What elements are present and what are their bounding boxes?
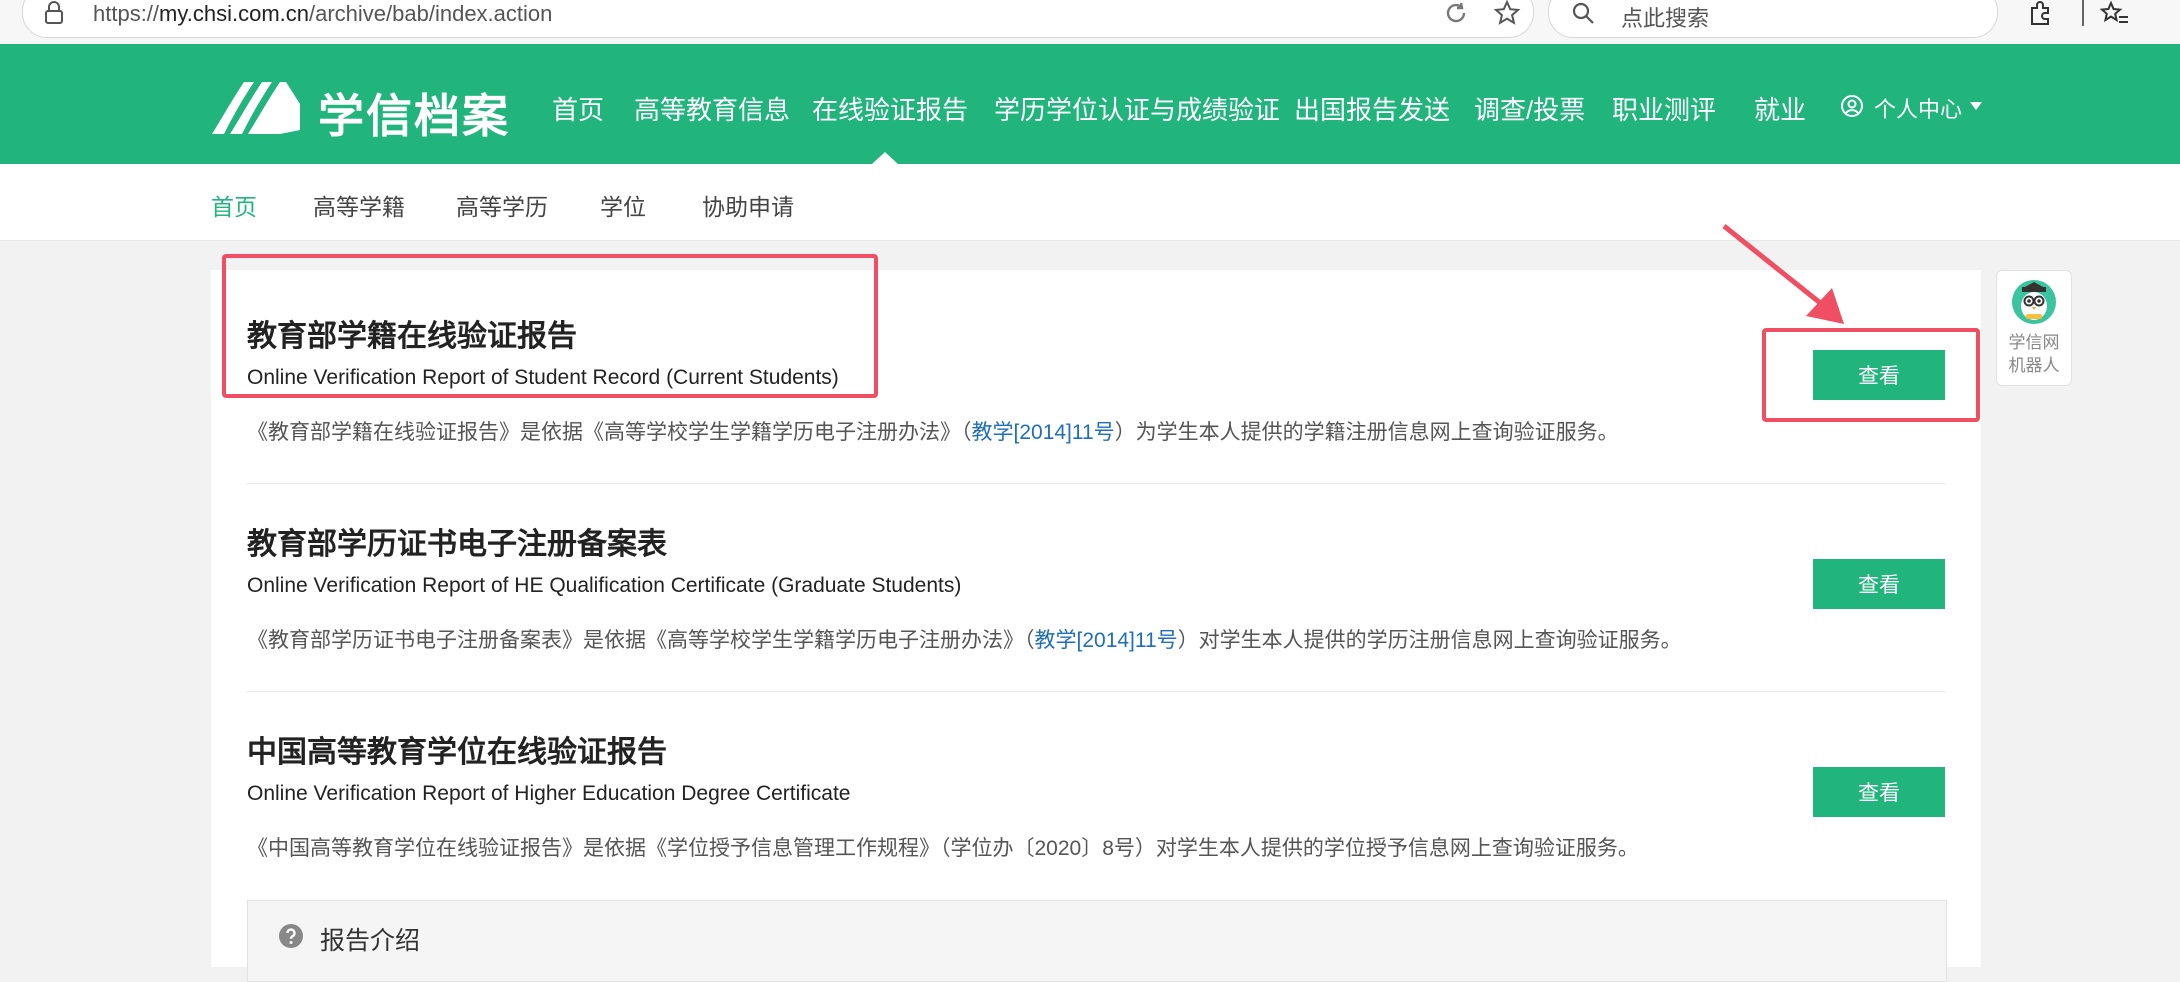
logo-text[interactable]: 学信档案 [318,80,510,146]
url-text[interactable]: https://my.chsi.com.cn/archive/bab/index… [93,1,552,27]
report-description: 《教育部学籍在线验证报告》是依据《高等学校学生学籍学历电子注册办法》（教学[20… [247,416,1619,446]
nav-home[interactable]: 首页 [552,90,604,127]
report-intro-section: 报告介绍 [247,900,1947,982]
desc-text: 《教育部学籍在线验证报告》是依据《高等学校学生学籍学历电子注册办法》（ [247,421,972,444]
browser-search-box[interactable]: 点此搜索 [1548,0,1998,38]
url-path: /archive/bab/index.action [309,1,553,26]
divider [247,483,1945,484]
report-english-title: Online Verification Report of Higher Edu… [247,782,851,805]
desc-text: 《教育部学历证书电子注册备案表》是依据《高等学校学生学籍学历电子注册办法》（ [247,629,1035,652]
lock-icon [45,1,63,24]
extensions-icon[interactable] [2026,0,2054,28]
user-icon[interactable] [1840,94,1864,118]
nav-online-verification-report[interactable]: 在线验证报告 [812,90,968,127]
browser-toolbar: https://my.chsi.com.cn/archive/bab/index… [0,0,2180,45]
sub-nav-student-record[interactable]: 高等学籍 [313,188,405,222]
sub-nav-degree[interactable]: 学位 [600,188,646,222]
sub-nav-assist-request[interactable]: 协助申请 [702,188,794,222]
view-qualification-report-button[interactable]: 查看 [1813,559,1945,609]
user-center-link[interactable]: 个人中心 [1874,92,1962,124]
report-title: 中国高等教育学位在线验证报告 [247,736,667,769]
report-title: 教育部学历证书电子注册备案表 [247,528,667,561]
favorites-icon[interactable] [2100,0,2130,28]
address-bar[interactable]: https://my.chsi.com.cn/archive/bab/index… [22,0,1534,38]
search-icon [1572,2,1594,24]
highlight-box-title [222,254,878,398]
star-icon[interactable] [1493,0,1521,27]
url-prefix: https:// [93,1,160,26]
divider [247,691,1945,692]
nav-career-assessment[interactable]: 职业测评 [1612,90,1716,127]
question-circle-icon [279,924,303,948]
report-description: 《中国高等教育学位在线验证报告》是依据《学位授予信息管理工作规程》（学位办〔20… [247,832,1639,862]
nav-degree-certification[interactable]: 学历学位认证与成绩验证 [994,90,1280,127]
chevron-down-icon[interactable] [1970,102,1982,110]
report-english-title: Online Verification Report of HE Qualifi… [247,574,962,597]
robot-owl-icon [2012,280,2056,324]
nav-overseas-report[interactable]: 出国报告发送 [1294,90,1450,127]
sub-nav-qualification[interactable]: 高等学历 [456,188,548,222]
view-degree-report-button[interactable]: 查看 [1813,767,1945,817]
intro-title: 报告介绍 [320,927,421,955]
regulation-link[interactable]: 教学[2014]11号 [972,421,1115,444]
refresh-icon[interactable] [1443,0,1469,26]
logo-mark-icon[interactable] [210,78,302,134]
desc-text: ）对学生本人提供的学历注册信息网上查询验证服务。 [1177,629,1682,652]
site-header: 学信档案 首页 高等教育信息 在线验证报告 学历学位认证与成绩验证 出国报告发送… [0,44,2180,164]
regulation-link[interactable]: 教学[2014]11号 [1035,629,1178,652]
nav-higher-education-info[interactable]: 高等教育信息 [634,90,790,127]
highlight-box-button [1762,328,1980,422]
robot-label: 学信网 机器人 [1997,331,2071,377]
robot-label-line1: 学信网 [2008,333,2060,352]
sub-nav-home[interactable]: 首页 [211,188,257,222]
annotation-arrow-icon [1722,224,1844,324]
robot-label-line2: 机器人 [2008,356,2060,375]
report-description: 《教育部学历证书电子注册备案表》是依据《高等学校学生学籍学历电子注册办法》（教学… [247,624,1682,654]
toolbar-divider [2082,0,2084,26]
active-nav-indicator [872,152,898,164]
robot-assistant-widget[interactable]: 学信网 机器人 [1996,270,2072,386]
desc-text: 《中国高等教育学位在线验证报告》是依据《学位授予信息管理工作规程》（学位办〔20… [247,837,1639,860]
nav-survey-vote[interactable]: 调查/投票 [1474,90,1585,127]
nav-employment[interactable]: 就业 [1754,90,1806,127]
desc-text: ）为学生本人提供的学籍注册信息网上查询验证服务。 [1114,421,1619,444]
url-host: my.chsi.com.cn [159,1,309,26]
search-placeholder: 点此搜索 [1621,6,1710,31]
